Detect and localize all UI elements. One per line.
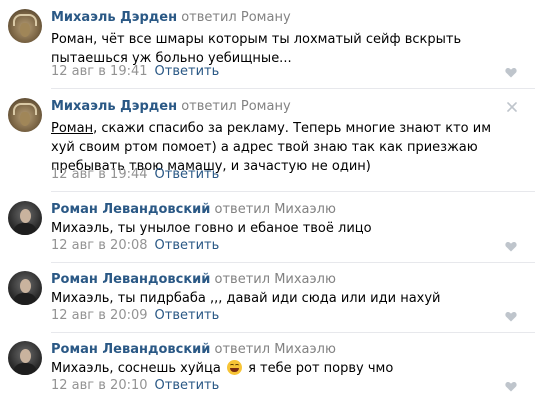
comment-text: Михаэль, ты пидрбаба ,,, давай иди сюда …	[51, 291, 441, 306]
author-link[interactable]: Роман Левандовский	[51, 272, 210, 287]
comment-header: Роман Левандовский ответил Михаэлю	[51, 272, 336, 287]
comment-item: Михаэль Дэрден ответил Роману Роман, ска…	[0, 89, 535, 194]
reply-target-link[interactable]: Роману	[241, 99, 291, 114]
comment-header: Михаэль Дэрден ответил Роману	[51, 99, 291, 114]
reply-target-link[interactable]: Роману	[241, 10, 291, 25]
reply-button[interactable]: Ответить	[155, 378, 220, 393]
heart-icon[interactable]	[505, 241, 517, 252]
author-link[interactable]: Роман Левандовский	[51, 202, 210, 217]
comment-header: Михаэль Дэрден ответил Роману	[51, 10, 291, 25]
author-link[interactable]: Михаэль Дэрден	[51, 10, 177, 25]
reply-action: ответил	[181, 99, 237, 114]
comment-item: Роман Левандовский ответил Михаэлю Михаэ…	[0, 332, 535, 401]
comment-item: Роман Левандовский ответил Михаэлю Михаэ…	[0, 262, 535, 334]
heart-icon[interactable]	[505, 311, 517, 322]
reply-button[interactable]: Ответить	[155, 308, 220, 323]
close-icon[interactable]	[507, 102, 517, 112]
reply-action: ответил	[214, 272, 271, 287]
comment-date[interactable]: 12 авг в 19:44	[51, 167, 148, 182]
comment-date[interactable]: 12 авг в 20:08	[51, 238, 148, 253]
deer-avatar[interactable]	[8, 9, 42, 43]
reply-action: ответил	[214, 202, 271, 217]
comment-item: Михаэль Дэрден ответил Роману Роман, чёт…	[0, 0, 535, 96]
comment-date[interactable]: 12 авг в 20:10	[51, 378, 148, 393]
comment-header: Роман Левандовский ответил Михаэлю	[51, 342, 336, 357]
heart-icon[interactable]	[505, 381, 517, 392]
reply-button[interactable]: Ответить	[155, 238, 220, 253]
reply-target-link[interactable]: Михаэлю	[274, 272, 336, 287]
author-link[interactable]: Роман Левандовский	[51, 342, 210, 357]
mention-link[interactable]: Роман	[51, 121, 93, 136]
reply-action: ответил	[181, 10, 237, 25]
heart-icon[interactable]	[505, 67, 517, 78]
person-avatar[interactable]	[8, 271, 42, 305]
comment-header: Роман Левандовский ответил Михаэлю	[51, 202, 336, 217]
reply-button[interactable]: Ответить	[155, 167, 220, 182]
comment-text-before-emoji: Михаэль, соснешь хуйца	[51, 361, 221, 376]
person-avatar[interactable]	[8, 201, 42, 235]
author-link[interactable]: Михаэль Дэрден	[51, 99, 177, 114]
reply-target-link[interactable]: Михаэлю	[274, 202, 336, 217]
person-avatar[interactable]	[8, 341, 42, 375]
reply-button[interactable]: Ответить	[155, 64, 220, 79]
comment-meta: 12 авг в 19:44 Ответить	[51, 167, 219, 182]
comment-date[interactable]: 12 авг в 19:41	[51, 64, 148, 79]
comment-text-after-emoji: я тебе рот порву чмо	[248, 361, 394, 376]
comment-meta: 12 авг в 20:08 Ответить	[51, 238, 219, 253]
reply-target-link[interactable]: Михаэлю	[274, 342, 336, 357]
comment-meta: 12 авг в 20:10 Ответить	[51, 378, 219, 393]
comment-item: Роман Левандовский ответил Михаэлю Михаэ…	[0, 192, 535, 264]
grinning-emoji-icon	[226, 360, 242, 375]
comment-meta: 12 авг в 19:41 Ответить	[51, 64, 219, 79]
deer-avatar[interactable]	[8, 98, 42, 132]
comment-text: Роман, чёт все шмары которым ты лохматый…	[51, 32, 462, 66]
comment-date[interactable]: 12 авг в 20:09	[51, 308, 148, 323]
comment-text: Михаэль, ты унылое говно и ебаное твоё л…	[51, 221, 372, 236]
reply-action: ответил	[214, 342, 271, 357]
comment-meta: 12 авг в 20:09 Ответить	[51, 308, 219, 323]
comment-text: Михаэль, соснешь хуйца я тебе рот порву …	[51, 359, 511, 378]
